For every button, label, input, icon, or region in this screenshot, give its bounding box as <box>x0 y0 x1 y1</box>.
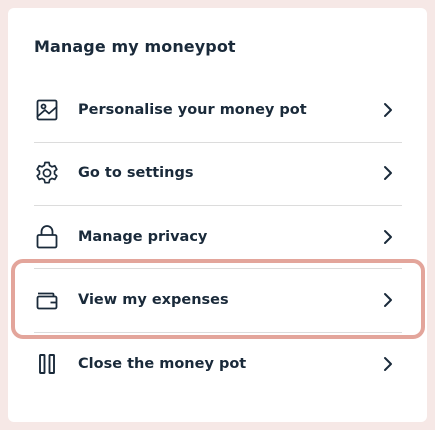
image-icon <box>34 97 60 123</box>
menu-item-label: View my expenses <box>78 292 229 308</box>
menu-item-label: Close the money pot <box>78 356 247 372</box>
divider <box>34 268 402 269</box>
menu-item-settings[interactable]: Go to settings <box>34 152 402 194</box>
pause-icon <box>34 351 60 377</box>
menu-item-label: Go to settings <box>78 165 194 181</box>
lock-icon <box>34 224 60 250</box>
chevron-right-icon <box>380 355 396 373</box>
page-background: Manage my moneypot Personalise your mone… <box>0 0 435 430</box>
menu-item-close-pot[interactable]: Close the money pot <box>34 343 402 385</box>
panel-title: Manage my moneypot <box>34 37 236 56</box>
gear-icon <box>34 160 60 186</box>
chevron-right-icon <box>380 291 396 309</box>
divider <box>34 332 402 333</box>
wallet-icon <box>34 287 60 313</box>
chevron-right-icon <box>380 164 396 182</box>
menu-item-expenses[interactable]: View my expenses <box>34 279 402 321</box>
menu-item-personalise[interactable]: Personalise your money pot <box>34 89 402 131</box>
divider <box>34 205 402 206</box>
menu-item-label: Manage privacy <box>78 229 208 245</box>
menu-item-label: Personalise your money pot <box>78 102 307 118</box>
divider <box>34 142 402 143</box>
chevron-right-icon <box>380 228 396 246</box>
chevron-right-icon <box>380 101 396 119</box>
menu-item-privacy[interactable]: Manage privacy <box>34 216 402 258</box>
